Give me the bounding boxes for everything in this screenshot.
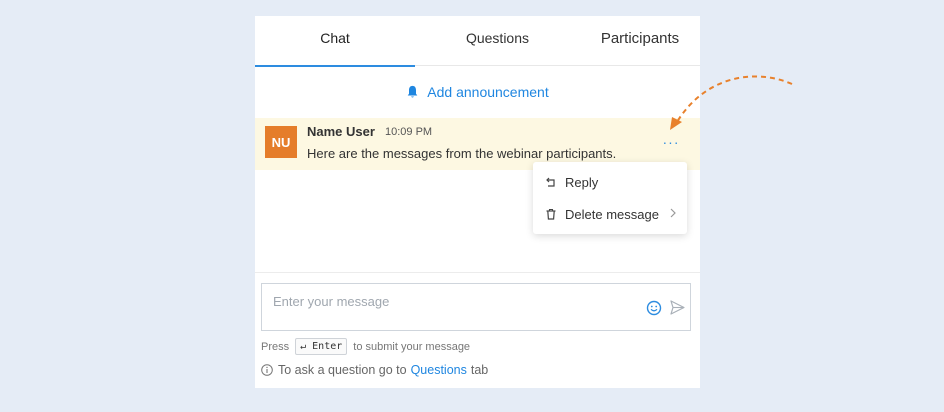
send-icon[interactable] <box>670 300 685 315</box>
info-prefix: To ask a question go to <box>278 363 407 377</box>
reply-label: Reply <box>565 174 599 190</box>
tab-questions[interactable]: Questions <box>415 16 580 66</box>
tab-chat[interactable]: Chat <box>255 16 415 67</box>
message-composer <box>261 283 691 331</box>
trash-icon <box>545 208 557 220</box>
chat-panel: Chat Questions Participants Add announce… <box>255 16 700 388</box>
message-input[interactable] <box>262 284 632 314</box>
chevron-right-icon <box>670 208 676 218</box>
info-suffix: tab <box>470 363 489 377</box>
message-author: Name User <box>307 124 375 139</box>
questions-tab-link[interactable]: Questions <box>411 363 467 377</box>
add-announcement-label: Add announcement <box>427 84 549 100</box>
message-text: Here are the messages from the webinar p… <box>307 146 617 161</box>
tab-participants[interactable]: Participants <box>580 16 700 66</box>
hint-suffix: to submit your message <box>353 340 471 353</box>
submit-hint: Press ↵ Enter to submit your message <box>261 338 470 355</box>
annotation-arrow-icon <box>670 75 793 130</box>
info-icon <box>261 364 273 376</box>
composer-divider <box>255 272 700 273</box>
message-context-menu: Reply Delete message <box>533 162 687 234</box>
add-announcement-button[interactable]: Add announcement <box>255 80 700 104</box>
tab-bar: Chat Questions Participants <box>255 16 700 67</box>
hint-press: Press <box>261 340 290 353</box>
emoji-icon[interactable] <box>646 300 662 316</box>
questions-info: To ask a question go to Questions tab <box>261 363 488 377</box>
bell-icon <box>407 85 418 98</box>
enter-key-badge: ↵ Enter <box>295 338 348 355</box>
reply-menu-item[interactable]: Reply <box>533 166 687 198</box>
delete-message-menu-item[interactable]: Delete message <box>533 198 687 230</box>
reply-icon <box>545 176 557 188</box>
avatar: NU <box>265 126 297 158</box>
message-time: 10:09 PM <box>385 126 433 138</box>
delete-message-label: Delete message <box>565 206 659 222</box>
